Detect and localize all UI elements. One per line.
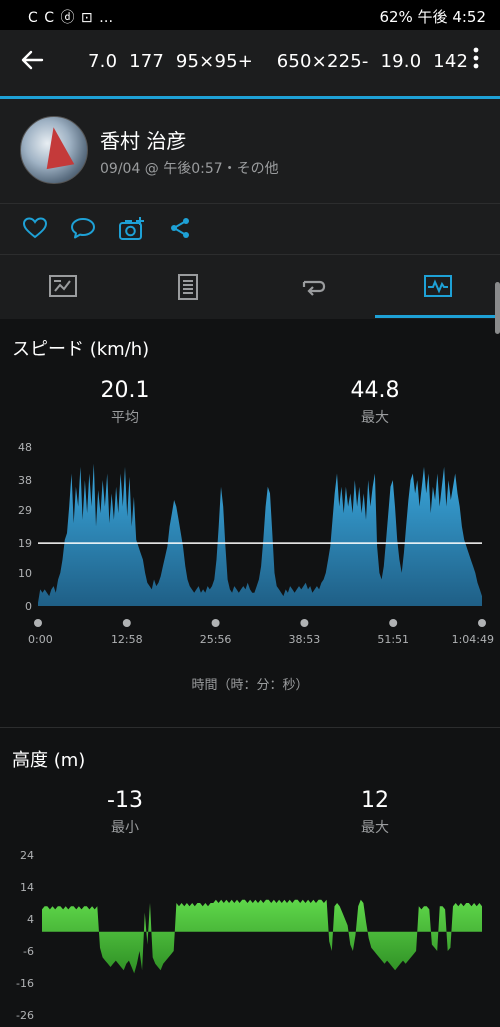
- speed-max-stat: 44.8 最大: [300, 378, 450, 427]
- share-icon[interactable]: [168, 216, 196, 242]
- activity-header: 香村 治彦 09/04 @ 午後0:57・その他: [0, 99, 500, 204]
- section-divider: [0, 727, 500, 728]
- speed-x-tick-dot: [478, 619, 486, 627]
- overview-map-icon: [49, 275, 77, 297]
- altitude-max-stat: 12 最大: [300, 788, 450, 837]
- altitude-min-stat: -13 最小: [50, 788, 200, 837]
- speed-x-axis-label: 時間（時：分：秒）: [191, 678, 309, 693]
- speed-y-tick: 38: [18, 474, 32, 487]
- status-bar: C C ⓓ ⊡ … 62% 午後 4:52: [0, 0, 500, 30]
- status-right: 62% 午後 4:52: [379, 8, 486, 26]
- altitude-y-tick: -26: [16, 1009, 34, 1022]
- overflow-menu-icon[interactable]: [472, 46, 480, 76]
- tab-bar: [0, 255, 500, 319]
- activity-meta: 09/04 @ 午後0:57・その他: [100, 161, 279, 177]
- altitude-y-tick: 4: [27, 913, 34, 926]
- speed-x-tick: 38:53: [289, 633, 321, 646]
- speed-x-tick-dot: [122, 619, 131, 627]
- speed-x-tick: 51:51: [377, 633, 409, 646]
- altitude-chart[interactable]: -26 -16 -6 4 14 24: [0, 845, 500, 1027]
- speed-y-tick: 0: [25, 600, 32, 613]
- altitude-y-tick: -6: [23, 945, 34, 958]
- speed-avg-stat: 20.1 平均: [50, 378, 200, 427]
- stats-document-icon: [178, 274, 198, 300]
- tab-overview[interactable]: [0, 255, 125, 319]
- user-name[interactable]: 香村 治彦: [100, 125, 186, 154]
- speed-x-tick-dot: [389, 619, 398, 627]
- altitude-max-label: 最大: [361, 820, 389, 836]
- altitude-series-area: [42, 899, 482, 974]
- speed-series-area: [38, 463, 482, 606]
- speed-y-tick: 48: [18, 441, 32, 454]
- altitude-y-tick: 24: [20, 849, 34, 862]
- speed-x-tick-dot: [34, 619, 42, 627]
- speed-avg-value: 20.1: [100, 378, 150, 403]
- altitude-min-label: 最小: [111, 820, 139, 836]
- altitude-y-tick: -16: [16, 977, 34, 990]
- speed-chart[interactable]: 0 10 19 29 38 48 0:00 12:58 25:56 38:53 51:51 1:04:…: [0, 435, 500, 650]
- altitude-section-title: 高度 (m): [12, 750, 86, 771]
- scrollbar-thumb[interactable]: [495, 282, 500, 334]
- app-bar: 7.0 177 95×95+ 650×225- 19.0 142: [0, 30, 500, 96]
- altitude-max-value: 12: [361, 788, 389, 813]
- speed-max-value: 44.8: [350, 378, 400, 403]
- speed-x-tick: 1:04:49: [452, 633, 494, 646]
- speed-section-title: スピード (km/h): [12, 339, 150, 360]
- speed-x-tick-dot: [211, 619, 220, 627]
- speed-max-label: 最大: [361, 410, 389, 426]
- tab-laps[interactable]: [250, 255, 375, 319]
- comment-bubble-icon[interactable]: [70, 216, 98, 242]
- speed-y-tick: 10: [18, 567, 32, 580]
- active-tab-indicator: [375, 315, 500, 318]
- speed-y-tick: 19: [18, 537, 32, 550]
- speed-x-tick: 12:58: [111, 633, 143, 646]
- app-bar-title: 7.0 177 95×95+ 650×225- 19.0 142: [88, 51, 469, 72]
- speed-x-tick: 25:56: [200, 633, 232, 646]
- status-left-icons: C C ⓓ ⊡ …: [28, 10, 115, 26]
- altitude-min-value: -13: [107, 788, 143, 813]
- charts-graph-icon: [424, 275, 452, 297]
- avatar[interactable]: [20, 116, 88, 184]
- action-row: [0, 204, 500, 255]
- altitude-y-tick: 14: [20, 881, 34, 894]
- speed-x-tick: 0:00: [28, 633, 53, 646]
- tab-stats[interactable]: [125, 255, 250, 319]
- speed-y-tick: 29: [18, 504, 32, 517]
- add-photo-camera-icon[interactable]: [118, 216, 146, 242]
- back-arrow-icon[interactable]: [20, 48, 44, 77]
- speed-avg-label: 平均: [111, 410, 139, 426]
- speed-x-tick-dot: [300, 619, 309, 627]
- like-heart-icon[interactable]: [22, 216, 50, 242]
- tab-charts[interactable]: [375, 255, 500, 319]
- laps-loop-icon: [302, 280, 326, 296]
